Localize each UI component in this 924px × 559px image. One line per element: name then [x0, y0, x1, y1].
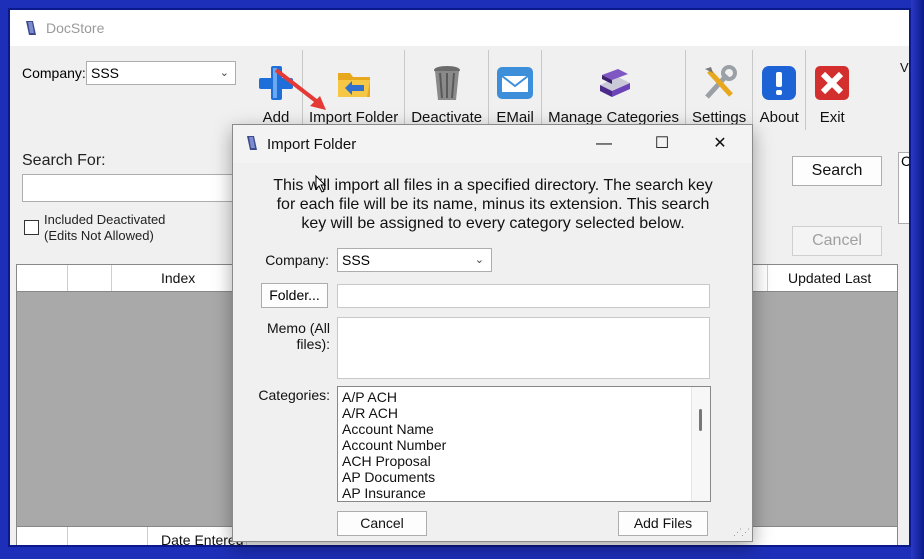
- dialog-company-select[interactable]: SSS ⌄: [337, 248, 492, 272]
- chevron-down-icon: ⌄: [474, 254, 484, 266]
- docstore-logo-icon: [26, 21, 36, 35]
- list-item[interactable]: AP Insurance: [342, 485, 426, 501]
- docstore-logo-icon: [247, 136, 257, 150]
- info-icon: [762, 66, 797, 100]
- list-item[interactable]: AP Documents: [342, 469, 435, 485]
- folder-path-input[interactable]: [337, 284, 710, 308]
- dialog-company-value: SSS: [342, 252, 371, 268]
- red-arrow-annotation: [274, 68, 326, 110]
- window-edge: [911, 0, 924, 559]
- red-x-icon: [815, 66, 850, 100]
- tools-icon: [705, 65, 738, 99]
- email-button[interactable]: EMail: [489, 50, 543, 130]
- included-deactivated-line2: (Edits Not Allowed): [44, 228, 154, 243]
- dialog-titlebar[interactable]: Import Folder — ☐ ✕: [233, 125, 752, 163]
- grid-col-updated-last[interactable]: Updated Last: [767, 265, 897, 291]
- about-button[interactable]: About: [753, 50, 807, 130]
- list-item[interactable]: Account Number: [342, 437, 446, 453]
- dialog-title: Import Folder: [267, 136, 357, 153]
- included-deactivated-checkbox[interactable]: [24, 220, 39, 235]
- deactivate-button[interactable]: Deactivate: [405, 50, 490, 130]
- categories-listbox[interactable]: A/P ACH A/R ACH Account Name Account Num…: [337, 386, 711, 502]
- add-files-button[interactable]: Add Files: [618, 511, 708, 536]
- exit-label: Exit: [819, 109, 845, 126]
- company-label: Company:: [22, 65, 86, 81]
- description-line: for each file will be its name, minus it…: [276, 196, 710, 213]
- memo-textarea[interactable]: [337, 317, 710, 379]
- chevron-down-icon: ⌄: [219, 67, 229, 79]
- scrollbar-thumb[interactable]: [699, 409, 702, 431]
- toolbar: Add Import Folder Deactivate EMail Manag…: [250, 50, 858, 130]
- books-icon: [599, 69, 630, 97]
- dialog-company-label: Company:: [265, 252, 329, 268]
- close-button[interactable]: ✕: [697, 129, 743, 159]
- resize-grip-icon[interactable]: ⋰⋰: [733, 527, 750, 538]
- grid-col-1[interactable]: [67, 265, 112, 291]
- categories-label: Categories:: [258, 387, 330, 403]
- manage-categories-button[interactable]: Manage Categories: [542, 50, 686, 130]
- included-deactivated-line1: Included Deactivated: [44, 212, 166, 227]
- envelope-icon: [497, 67, 534, 99]
- partial-label: V: [900, 60, 909, 75]
- minimize-button[interactable]: —: [581, 129, 627, 159]
- memo-label: Memo (All files):: [266, 320, 330, 352]
- mouse-cursor-icon: [315, 175, 327, 193]
- list-item[interactable]: Account Name: [342, 421, 434, 437]
- grid-col-0[interactable]: [17, 265, 68, 291]
- description-line: key will be assigned to every category s…: [301, 215, 685, 232]
- search-input[interactable]: [22, 174, 262, 202]
- partial-control[interactable]: C: [898, 152, 909, 224]
- list-item[interactable]: A/R ACH: [342, 405, 398, 421]
- company-select-value: SSS: [91, 65, 120, 81]
- grid-footer-col-1[interactable]: [67, 527, 148, 545]
- included-deactivated-label: Included Deactivated (Edits Not Allowed): [44, 212, 165, 244]
- categories-scrollbar[interactable]: [691, 387, 710, 501]
- about-label: About: [759, 109, 799, 126]
- list-item[interactable]: ACH Proposal: [342, 453, 431, 469]
- cancel-search-button[interactable]: Cancel: [792, 226, 882, 256]
- app-title: DocStore: [46, 20, 105, 36]
- maximize-button[interactable]: ☐: [639, 129, 685, 159]
- settings-button[interactable]: Settings: [686, 50, 754, 130]
- list-item[interactable]: A/P ACH: [342, 389, 397, 405]
- grid-col-index[interactable]: Index: [111, 265, 237, 291]
- company-select[interactable]: SSS ⌄: [86, 61, 236, 85]
- dialog-cancel-button[interactable]: Cancel: [337, 511, 427, 536]
- search-for-label: Search For:: [22, 152, 106, 169]
- app-titlebar: DocStore: [10, 10, 909, 46]
- search-button[interactable]: Search: [792, 156, 882, 186]
- folder-button[interactable]: Folder...: [261, 283, 328, 308]
- grid-footer-col-0[interactable]: [17, 527, 68, 545]
- trash-can-icon: [433, 66, 460, 100]
- exit-button[interactable]: Exit: [806, 50, 858, 130]
- folder-arrow-icon: [337, 73, 370, 97]
- import-folder-dialog: Import Folder — ☐ ✕ This will import all…: [232, 124, 753, 542]
